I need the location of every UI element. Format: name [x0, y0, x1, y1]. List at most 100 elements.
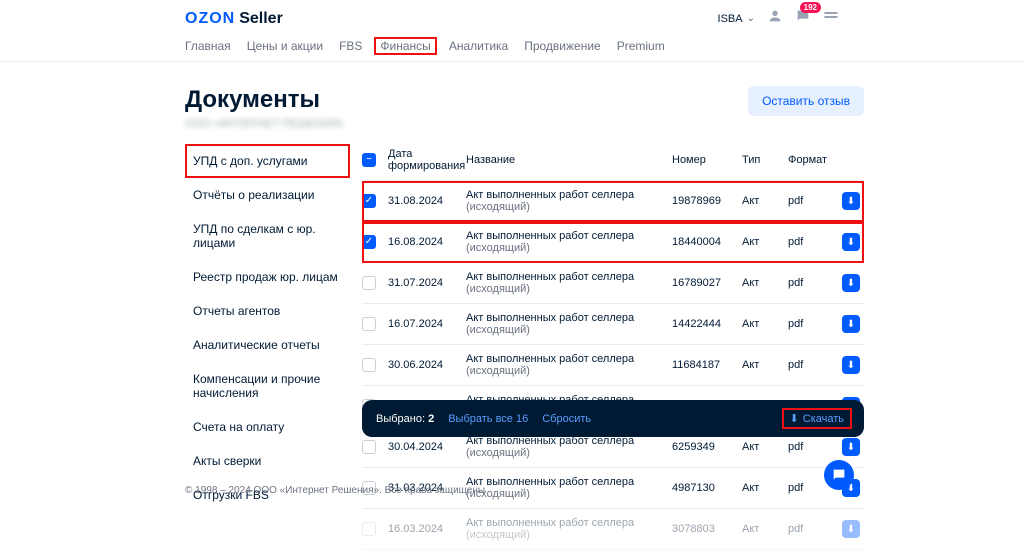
download-icon: ⬇ — [790, 412, 799, 425]
row-checkbox[interactable] — [362, 522, 388, 536]
row-checkbox[interactable] — [362, 440, 388, 454]
cell-num: 16789027 — [672, 277, 742, 289]
download-button[interactable]: ⬇ — [842, 315, 860, 333]
cell-num: 11684187 — [672, 359, 742, 371]
sidebar-item[interactable]: УПД с доп. услугами — [185, 144, 350, 178]
cell-format: pdf — [788, 441, 842, 453]
cell-name: Акт выполненных работ селлера(исходящий) — [466, 271, 672, 295]
cell-num: 6259349 — [672, 441, 742, 453]
sidebar-item[interactable]: Акты сверки — [185, 444, 350, 478]
sidebar-item[interactable]: Компенсации и прочие начисления — [185, 362, 350, 410]
cell-date: 16.03.2024 — [388, 523, 466, 535]
cell-format: pdf — [788, 236, 842, 248]
sidebar-item[interactable]: Отчеты агентов — [185, 294, 350, 328]
selection-bar: Выбрано: 2 Выбрать все 16 Сбросить ⬇ Ска… — [362, 400, 864, 437]
sidebar-item[interactable]: Аналитические отчеты — [185, 328, 350, 362]
download-button[interactable]: ⬇ — [842, 274, 860, 292]
col-num[interactable]: Номер — [672, 154, 742, 166]
chat-icon[interactable]: 192 — [795, 8, 811, 29]
cell-date: 31.08.2024 — [388, 195, 466, 207]
user-dropdown[interactable]: ISBA ⌄ — [718, 13, 755, 25]
cell-name: Акт выполненных работ селлера(исходящий) — [466, 230, 672, 254]
table-row: ✓16.08.2024Акт выполненных работ селлера… — [362, 222, 864, 263]
nav-item[interactable]: Финансы — [374, 37, 436, 55]
cell-num: 14422444 — [672, 318, 742, 330]
sidebar-item[interactable]: Реестр продаж юр. лицам — [185, 260, 350, 294]
row-checkbox[interactable] — [362, 317, 388, 331]
cell-format: pdf — [788, 195, 842, 207]
cell-format: pdf — [788, 523, 842, 535]
download-selected-button[interactable]: ⬇ Скачать — [784, 410, 850, 427]
row-checkbox[interactable] — [362, 358, 388, 372]
download-button[interactable]: ⬇ — [842, 192, 860, 210]
cell-name: Акт выполненных работ селлера(исходящий) — [466, 476, 672, 500]
table-row: 16.03.2024Акт выполненных работ селлера(… — [362, 509, 864, 550]
cell-name: Акт выполненных работ селлера(исходящий) — [466, 435, 672, 459]
download-button[interactable]: ⬇ — [842, 233, 860, 251]
nav-item[interactable]: Аналитика — [449, 39, 508, 53]
cell-date: 31.07.2024 — [388, 277, 466, 289]
cell-name: Акт выполненных работ селлера(исходящий) — [466, 517, 672, 541]
sidebar-item[interactable]: Отчёты о реализации — [185, 178, 350, 212]
cell-type: Акт — [742, 482, 788, 494]
table-row: 16.07.2024Акт выполненных работ селлера(… — [362, 304, 864, 345]
review-button[interactable]: Оставить отзыв — [748, 86, 864, 116]
sidebar-item[interactable]: УПД по сделкам с юр. лицами — [185, 212, 350, 260]
cell-name: Акт выполненных работ селлера(исходящий) — [466, 189, 672, 213]
cell-type: Акт — [742, 236, 788, 248]
nav-item[interactable]: Цены и акции — [247, 39, 323, 53]
cell-format: pdf — [788, 277, 842, 289]
download-button[interactable]: ⬇ — [842, 438, 860, 456]
cell-num: 4987130 — [672, 482, 742, 494]
nav-item[interactable]: Premium — [617, 39, 665, 53]
footer: © 1998 – 2024 ООО «Интернет Решения». Вс… — [185, 485, 485, 496]
cell-type: Акт — [742, 277, 788, 289]
row-checkbox[interactable]: ✓ — [362, 194, 388, 208]
cell-format: pdf — [788, 359, 842, 371]
table-row: 31.07.2024Акт выполненных работ селлера(… — [362, 263, 864, 304]
badge: 192 — [800, 2, 821, 13]
cell-date: 30.06.2024 — [388, 359, 466, 371]
cell-format: pdf — [788, 318, 842, 330]
nav-item[interactable]: Главная — [185, 39, 231, 53]
col-format[interactable]: Формат — [788, 154, 842, 166]
chat-fab[interactable] — [824, 460, 854, 490]
page-title: Документы — [185, 86, 344, 114]
row-checkbox[interactable]: ✓ — [362, 235, 388, 249]
cell-num: 3078803 — [672, 523, 742, 535]
selected-label: Выбрано: — [376, 413, 425, 425]
reset-link[interactable]: Сбросить — [542, 413, 591, 425]
selected-count: 2 — [428, 413, 434, 425]
col-type[interactable]: Тип — [742, 154, 788, 166]
table-row: ✓31.08.2024Акт выполненных работ селлера… — [362, 181, 864, 222]
page-subtitle: ООО «ИНТЕРНЕТ РЕШЕНИЯ» — [185, 118, 344, 130]
cell-num: 18440004 — [672, 236, 742, 248]
select-all-link[interactable]: Выбрать все 16 — [448, 413, 528, 425]
nav-item[interactable]: Продвижение — [524, 39, 601, 53]
row-checkbox[interactable] — [362, 276, 388, 290]
cell-name: Акт выполненных работ селлера(исходящий) — [466, 353, 672, 377]
user-icon[interactable] — [767, 8, 783, 29]
cell-num: 19878969 — [672, 195, 742, 207]
cell-type: Акт — [742, 318, 788, 330]
cell-type: Акт — [742, 195, 788, 207]
logo[interactable]: OZON Seller — [185, 10, 283, 28]
select-all-checkbox[interactable]: − — [362, 153, 388, 167]
cell-date: 16.08.2024 — [388, 236, 466, 248]
nav-item[interactable]: FBS — [339, 39, 362, 53]
download-button[interactable]: ⬇ — [842, 356, 860, 374]
cell-type: Акт — [742, 523, 788, 535]
cell-type: Акт — [742, 441, 788, 453]
table-row: 30.06.2024Акт выполненных работ селлера(… — [362, 345, 864, 386]
user-name: ISBA — [718, 13, 743, 25]
col-name[interactable]: Название — [466, 154, 672, 166]
col-date[interactable]: Дата формирования — [388, 148, 466, 172]
apps-icon[interactable] — [823, 8, 839, 29]
sidebar-item[interactable]: Счета на оплату — [185, 410, 350, 444]
cell-date: 16.07.2024 — [388, 318, 466, 330]
cell-date: 30.04.2024 — [388, 441, 466, 453]
chevron-down-icon: ⌄ — [747, 13, 755, 24]
cell-type: Акт — [742, 359, 788, 371]
download-button[interactable]: ⬇ — [842, 520, 860, 538]
cell-name: Акт выполненных работ селлера(исходящий) — [466, 312, 672, 336]
